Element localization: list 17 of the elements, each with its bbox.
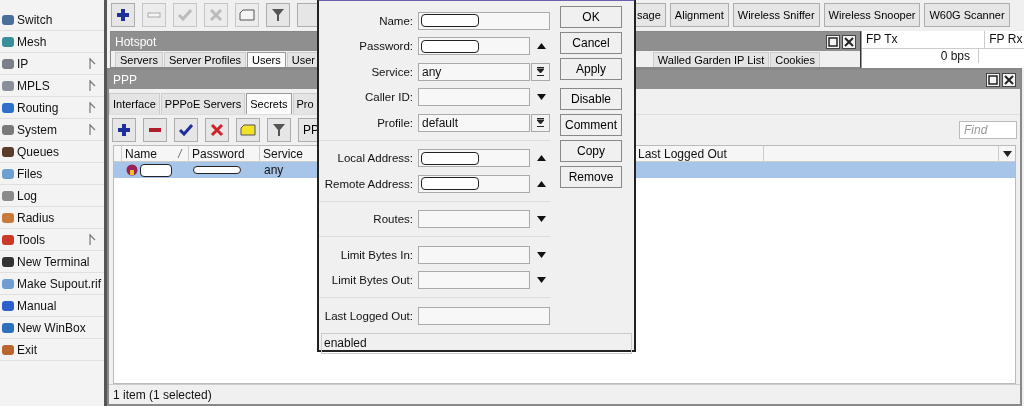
status-text: 1 item (1 selected) xyxy=(113,387,212,402)
field-label: Profile: xyxy=(376,116,413,129)
field-label: Routes: xyxy=(372,213,413,226)
field-label: Name: xyxy=(378,14,413,27)
field-label: Limit Bytes In: xyxy=(339,248,413,261)
field-label: Service: xyxy=(370,65,413,78)
field-label: Limit Bytes Out: xyxy=(330,274,413,287)
field-label: Caller ID: xyxy=(364,91,413,104)
field-label: Local Address: xyxy=(336,152,413,165)
window-title: Hotspot xyxy=(115,34,157,49)
table-cell: 0 bps xyxy=(862,49,979,63)
status-text: enabled xyxy=(324,336,367,350)
field-label: Last Logged Out: xyxy=(323,309,413,322)
table-cell: any xyxy=(264,163,284,177)
field-label: Password: xyxy=(358,40,413,53)
window-title: PPP xyxy=(113,72,137,87)
field-label: Remote Address: xyxy=(323,177,413,190)
